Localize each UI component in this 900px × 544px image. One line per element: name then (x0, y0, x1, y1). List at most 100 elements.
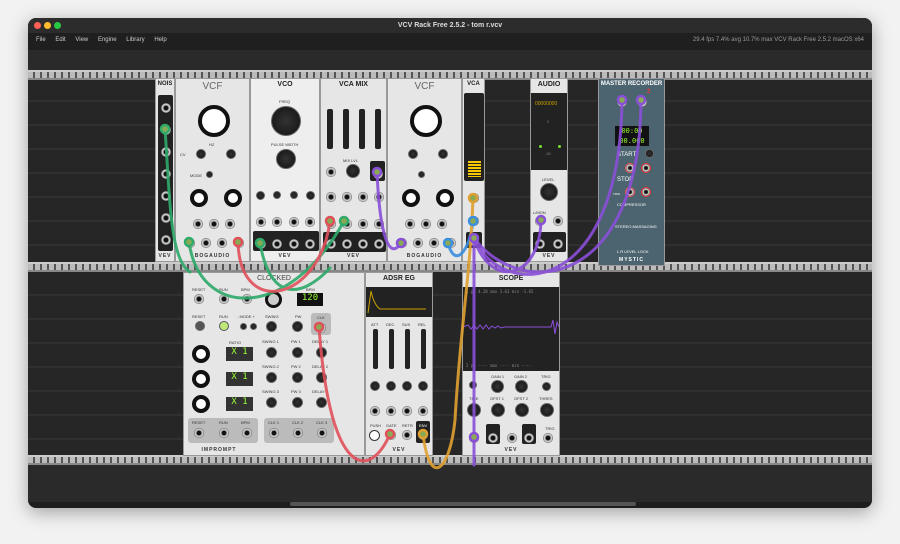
sus-slider[interactable] (405, 329, 410, 369)
jack-cv[interactable] (326, 167, 336, 177)
res-bw-knob[interactable] (402, 189, 420, 207)
run-button[interactable] (219, 321, 229, 331)
jack-pwm[interactable] (305, 217, 315, 227)
ofst1-knob[interactable] (491, 403, 505, 417)
jack-out-right[interactable] (553, 239, 563, 249)
res-bw-knob[interactable] (190, 189, 208, 207)
frequency-knob[interactable] (410, 105, 442, 137)
jack-rel[interactable] (418, 406, 428, 416)
jack-cv3[interactable] (358, 192, 368, 202)
jack-out[interactable] (446, 238, 456, 248)
pw3-knob[interactable] (292, 397, 303, 408)
jack-left-mono[interactable] (535, 216, 545, 226)
jack-in3[interactable] (358, 219, 368, 229)
jack-in[interactable] (397, 238, 407, 248)
jack-run-in[interactable] (219, 294, 229, 304)
master-bpm-knob[interactable] (265, 291, 282, 308)
jack-clk-out[interactable] (316, 323, 326, 333)
menu-library[interactable]: Library (126, 37, 144, 43)
vca-module[interactable]: VCA (462, 78, 485, 262)
ratio-knob-3[interactable] (192, 395, 210, 413)
jack-ch4[interactable] (374, 239, 384, 249)
fader-4[interactable] (375, 109, 381, 149)
jack-right[interactable] (553, 216, 563, 226)
horizontal-scrollbar[interactable] (290, 502, 636, 506)
vcf-module-2[interactable]: VCF BOGAUDIO (387, 78, 462, 262)
jack-sin[interactable] (256, 239, 266, 249)
mode-switch[interactable] (418, 171, 425, 178)
jack-black[interactable] (161, 235, 171, 245)
jack-gate[interactable] (386, 430, 396, 440)
mode-minus-button[interactable] (240, 323, 247, 330)
jack-in4[interactable] (374, 219, 384, 229)
pw1-knob[interactable] (292, 347, 303, 358)
jack-fm[interactable] (225, 219, 235, 229)
jack-run-out[interactable] (219, 428, 229, 438)
lfm-switch[interactable] (273, 191, 281, 199)
jack-in1[interactable] (469, 433, 479, 443)
audio-module[interactable]: AUDIO 00000000 0 -36 LEVEL L/MON VEV (530, 78, 568, 262)
menu-view[interactable]: View (75, 37, 88, 43)
thres-knob[interactable] (540, 403, 554, 417)
jack-bpm-in[interactable] (242, 294, 252, 304)
pw-knob[interactable] (292, 321, 303, 332)
fm-knob[interactable] (256, 191, 265, 200)
jack-white[interactable] (161, 103, 171, 113)
jack-env[interactable] (418, 430, 428, 440)
level-knob[interactable] (540, 183, 558, 201)
jack-res-bw[interactable] (413, 238, 423, 248)
jack-voct[interactable] (421, 219, 431, 229)
rel-slider[interactable] (421, 329, 426, 369)
jack-out[interactable] (469, 236, 479, 246)
pwm-knob[interactable] (306, 191, 315, 200)
xy-button[interactable] (469, 381, 477, 389)
fader-1[interactable] (327, 109, 333, 149)
mode-plus-button[interactable] (250, 323, 257, 330)
minimize-button[interactable] (44, 22, 51, 29)
jack-cv[interactable] (405, 219, 415, 229)
mix-level-knob[interactable] (346, 164, 360, 178)
gain1-knob[interactable] (491, 380, 504, 393)
vca-mix-module[interactable]: VCA MIX MIX LVL VEV (320, 78, 387, 262)
jack-voct[interactable] (209, 219, 219, 229)
gain2-knob[interactable] (515, 380, 528, 393)
trig-button[interactable] (542, 382, 551, 391)
menu-help[interactable]: Help (154, 37, 166, 43)
jack-reset-in[interactable] (194, 294, 204, 304)
jack-out1[interactable] (488, 433, 498, 443)
jack-mix[interactable] (373, 169, 383, 179)
swing1-knob[interactable] (266, 347, 277, 358)
jack-stop-trig[interactable] (625, 187, 635, 197)
jack-sync[interactable] (289, 217, 299, 227)
pulse-width-knob[interactable] (276, 149, 296, 169)
jack-cv4[interactable] (374, 192, 384, 202)
jack-violet[interactable] (161, 169, 171, 179)
menu-engine[interactable]: Engine (98, 37, 117, 43)
master-recorder-module[interactable]: MASTER RECORDER 2 00:00 00.000 START STOP… (598, 78, 665, 266)
cv-knob[interactable] (196, 149, 206, 159)
jack-in[interactable] (469, 216, 479, 226)
freq-knob[interactable] (271, 106, 301, 136)
menu-file[interactable]: File (36, 37, 46, 43)
dec-cv-knob[interactable] (386, 381, 396, 391)
slope-knob[interactable] (224, 189, 242, 207)
jack-dec[interactable] (386, 406, 396, 416)
swing-knob[interactable] (266, 321, 277, 332)
jack-fm[interactable] (256, 217, 266, 227)
rel-cv-knob[interactable] (418, 381, 428, 391)
jack-trig[interactable] (543, 433, 553, 443)
delay1-knob[interactable] (316, 347, 327, 358)
jack-in2[interactable] (507, 433, 517, 443)
vcf-module[interactable]: VCF HZ CV MODE BOGAUDIO (175, 78, 250, 262)
time-knob[interactable] (467, 403, 481, 417)
nois-module[interactable]: NOIS VEV (155, 78, 175, 262)
close-button[interactable] (34, 22, 41, 29)
jack-in1[interactable] (326, 219, 336, 229)
jack-clk3[interactable] (317, 428, 327, 438)
swing3-knob[interactable] (266, 397, 277, 408)
jack-slope[interactable] (429, 238, 439, 248)
ofst2-knob[interactable] (515, 403, 529, 417)
dec-slider[interactable] (389, 329, 394, 369)
delay3-knob[interactable] (316, 397, 327, 408)
fm-knob[interactable] (438, 149, 448, 159)
